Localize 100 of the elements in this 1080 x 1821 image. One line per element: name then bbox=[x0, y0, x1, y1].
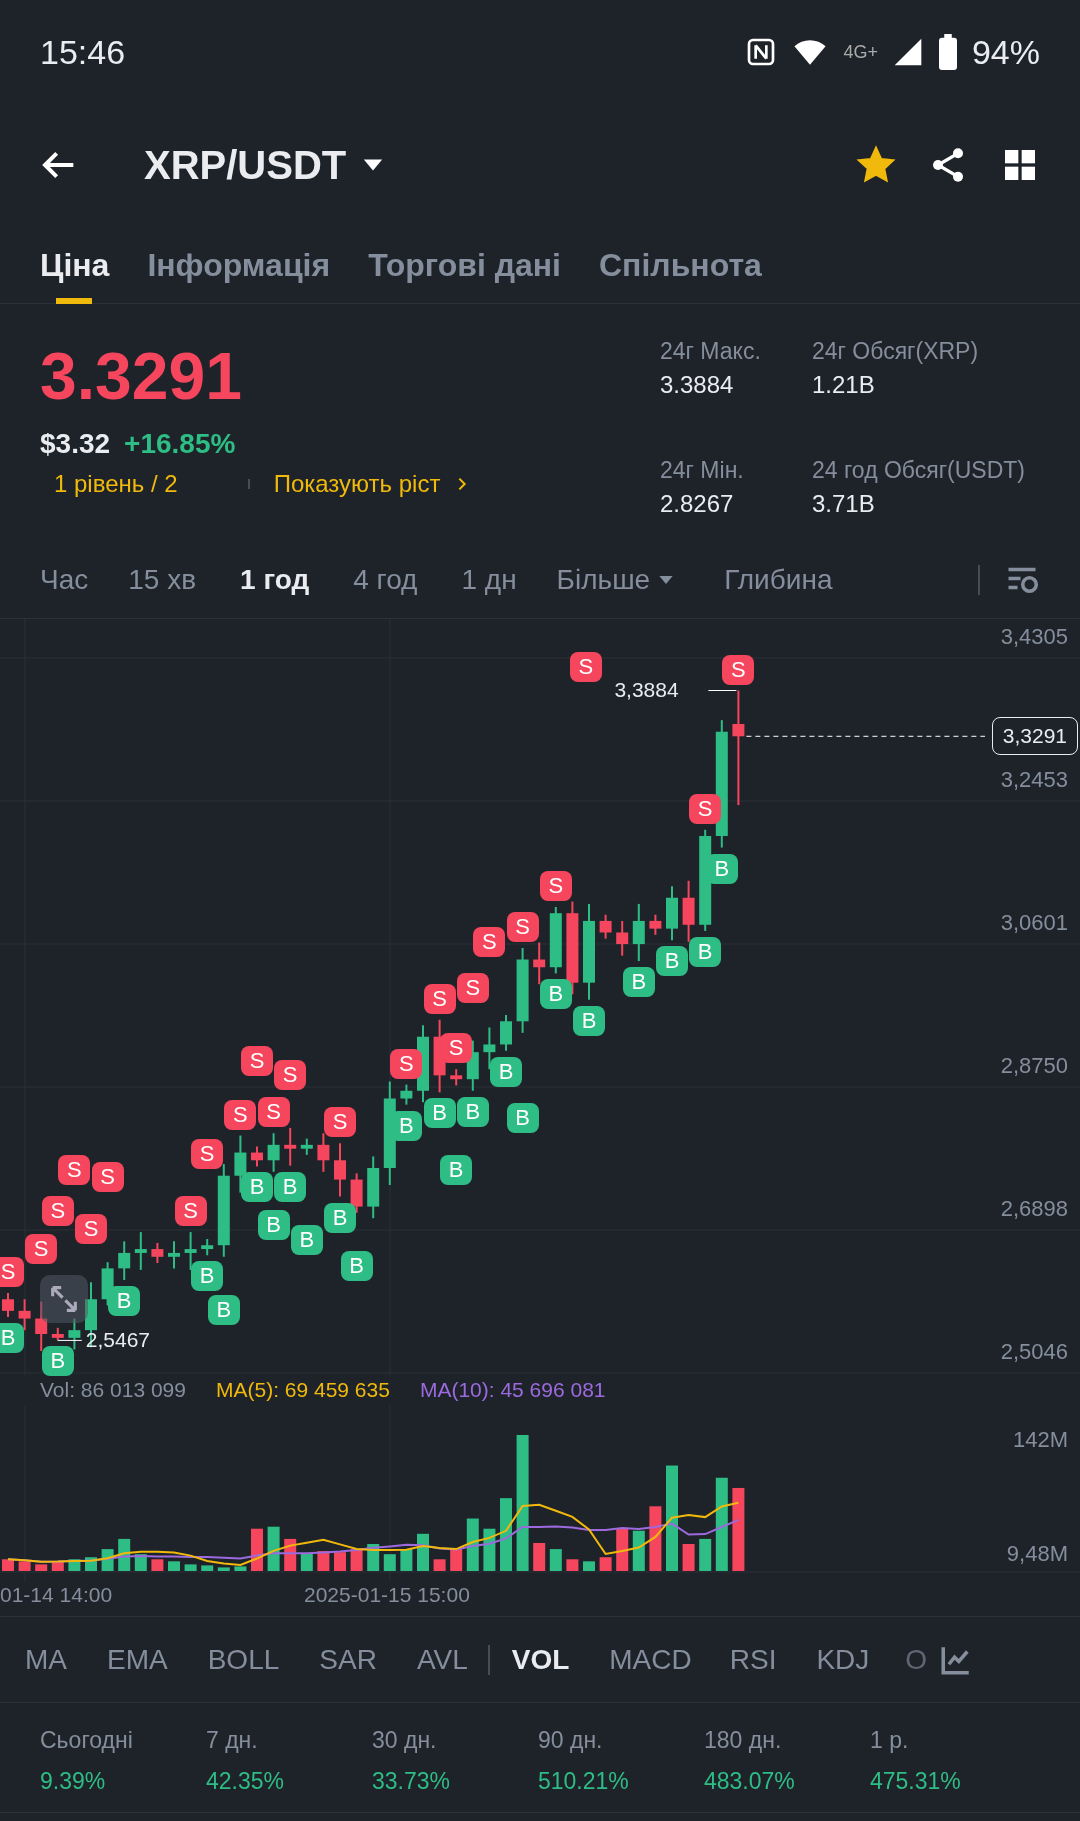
buy-marker: B bbox=[340, 1250, 373, 1281]
sell-marker: S bbox=[473, 927, 506, 958]
high-price-label: 3,3884 bbox=[614, 677, 679, 702]
indicator-tab[interactable]: MA bbox=[25, 1643, 67, 1676]
fullscreen-button[interactable] bbox=[40, 1275, 88, 1323]
buy-marker: B bbox=[207, 1294, 240, 1325]
buy-marker: B bbox=[440, 1155, 473, 1186]
sell-marker: S bbox=[174, 1196, 207, 1227]
indicator-tab[interactable]: BOLL bbox=[207, 1643, 280, 1676]
interval-tab[interactable]: 15 хв bbox=[128, 563, 197, 596]
sell-marker: S bbox=[75, 1214, 107, 1245]
candlestick bbox=[682, 879, 695, 943]
buy-marker: B bbox=[423, 1098, 456, 1129]
period-label: 180 дн. bbox=[704, 1727, 783, 1754]
last-price: 3.3291 bbox=[40, 338, 243, 414]
battery-icon bbox=[937, 34, 958, 70]
volume-bar bbox=[201, 1565, 214, 1571]
candlestick bbox=[450, 1068, 463, 1087]
sell-marker: S bbox=[58, 1154, 91, 1185]
ma5-value: MA(5): 69 459 635 bbox=[215, 1378, 390, 1402]
buy-marker: B bbox=[257, 1209, 290, 1240]
buy-marker: B bbox=[539, 979, 572, 1010]
sell-marker: S bbox=[440, 1033, 473, 1064]
volume-bar bbox=[450, 1549, 463, 1571]
indicator-tab[interactable]: KDJ bbox=[816, 1643, 870, 1676]
buy-marker: B bbox=[41, 1346, 74, 1377]
stat-label: 24г Мін. bbox=[660, 456, 745, 484]
price-axis-label: 3,0601 bbox=[1000, 910, 1068, 936]
candlestick bbox=[2, 1292, 14, 1318]
buy-marker: B bbox=[689, 936, 722, 967]
candlestick bbox=[500, 1014, 512, 1052]
interval-tab[interactable]: 1 дн bbox=[461, 563, 517, 596]
buy-marker: B bbox=[656, 946, 688, 977]
indicator-tab[interactable]: RSI bbox=[729, 1643, 777, 1676]
interval-tab[interactable]: 4 год bbox=[353, 563, 418, 596]
candlestick bbox=[334, 1142, 346, 1198]
buy-marker: B bbox=[490, 1056, 522, 1087]
trend-link[interactable]: Показують ріст bbox=[273, 470, 471, 498]
sell-marker: S bbox=[569, 652, 602, 683]
interval-tab[interactable]: Більше bbox=[556, 563, 675, 596]
page-tab[interactable]: Торгові дані bbox=[368, 226, 561, 304]
time-axis-label: 2025-01-15 15:00 bbox=[304, 1583, 470, 1607]
period-return: 510.21% bbox=[538, 1768, 630, 1795]
battery-percent: 94% bbox=[971, 32, 1040, 72]
candlestick bbox=[666, 885, 678, 942]
volume-bar bbox=[566, 1559, 579, 1571]
interval-tab[interactable]: Глибина bbox=[724, 563, 833, 596]
volume-axis-label: 142M bbox=[1012, 1427, 1068, 1453]
buy-marker: B bbox=[108, 1285, 141, 1316]
page-tab[interactable]: Ціна bbox=[40, 226, 110, 304]
candlestick bbox=[251, 1145, 263, 1168]
volume-bar bbox=[251, 1528, 263, 1571]
volume-bar bbox=[2, 1559, 14, 1571]
page-tab[interactable]: Спільнота bbox=[599, 226, 762, 304]
candlestick bbox=[284, 1126, 297, 1167]
interval-tab[interactable]: 1 год bbox=[240, 563, 310, 596]
indicator-tab[interactable]: EMA bbox=[107, 1643, 168, 1676]
volume-bar bbox=[533, 1543, 546, 1571]
indicator-tab[interactable]: SAR bbox=[319, 1643, 377, 1676]
volume-bar bbox=[18, 1561, 31, 1571]
buy-marker: B bbox=[622, 967, 655, 998]
current-price-tag: 3,3291 bbox=[991, 717, 1078, 756]
volume-bar bbox=[317, 1551, 330, 1571]
page-tab[interactable]: Інформація bbox=[147, 226, 331, 304]
sell-marker: S bbox=[506, 911, 539, 942]
sell-marker: S bbox=[25, 1233, 58, 1264]
volume-bar bbox=[350, 1549, 363, 1571]
volume-bar bbox=[217, 1567, 230, 1571]
period-label: 30 дн. bbox=[372, 1727, 438, 1754]
candlestick bbox=[317, 1132, 330, 1173]
candlestick bbox=[151, 1241, 164, 1264]
buy-marker: B bbox=[241, 1172, 273, 1203]
indicator-tab[interactable]: VOL bbox=[511, 1643, 570, 1676]
sell-marker: S bbox=[390, 1048, 423, 1079]
buy-marker: B bbox=[324, 1202, 356, 1233]
buy-marker: B bbox=[274, 1171, 307, 1202]
leader-line bbox=[57, 1339, 83, 1341]
interval-tab[interactable]: Час bbox=[40, 563, 89, 596]
candlestick bbox=[350, 1172, 363, 1214]
volume-bar bbox=[616, 1528, 629, 1571]
sell-marker: S bbox=[257, 1097, 290, 1128]
period-label: 1 р. bbox=[870, 1727, 910, 1754]
candlestick bbox=[483, 1026, 496, 1071]
network-type: 4G+ bbox=[843, 41, 878, 63]
volume-axis-label: 9,48M bbox=[1006, 1541, 1068, 1567]
time-axis-label: 01-14 14:00 bbox=[0, 1583, 113, 1607]
buy-marker: B bbox=[0, 1323, 24, 1353]
volume-bar bbox=[433, 1559, 446, 1571]
volume-bar bbox=[466, 1518, 479, 1571]
indicator-tab[interactable]: MACD bbox=[609, 1643, 692, 1676]
indicator-tab[interactable]: O bbox=[905, 1643, 928, 1676]
indicator-tab[interactable]: AVL bbox=[416, 1643, 468, 1676]
candlestick bbox=[168, 1240, 180, 1270]
stat-value: 3.3884 bbox=[660, 371, 735, 399]
price-axis-label: 3,4305 bbox=[1000, 624, 1068, 650]
sell-marker: S bbox=[722, 654, 755, 685]
candlestick bbox=[549, 906, 562, 975]
pair-selector[interactable]: XRP/USDT bbox=[138, 141, 391, 189]
stat-value: 1.21B bbox=[812, 371, 876, 399]
volume-bar bbox=[267, 1526, 280, 1571]
